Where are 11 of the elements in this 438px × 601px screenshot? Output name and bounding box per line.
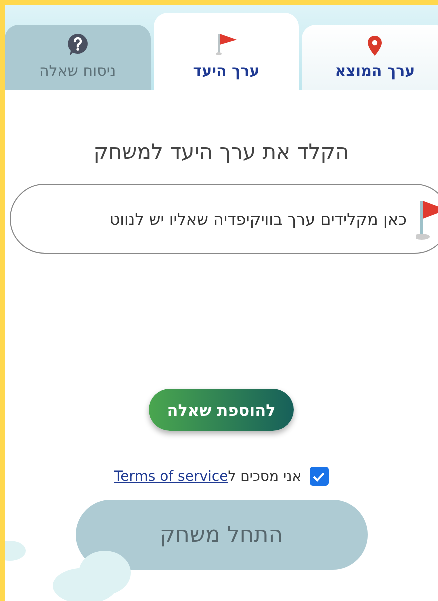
map-pin-icon	[368, 36, 382, 56]
terms-link[interactable]: Terms of service	[114, 468, 228, 484]
tab[interactable]: ערך היעד	[154, 13, 300, 90]
heading: הקלד את ערך היעד למשחק	[94, 140, 350, 164]
agree-checkbox[interactable]	[310, 467, 329, 486]
tab[interactable]: ערך המוצא	[302, 25, 438, 90]
add-question-button[interactable]: להוספת שאלה	[149, 389, 294, 431]
target-article-field[interactable]: כאן מקלידים ערך בוויקיפדיה שאליו יש לנווט	[10, 184, 438, 254]
flag-icon	[216, 32, 238, 56]
question-bubble-icon	[68, 34, 88, 56]
checkmark-icon	[313, 472, 326, 482]
